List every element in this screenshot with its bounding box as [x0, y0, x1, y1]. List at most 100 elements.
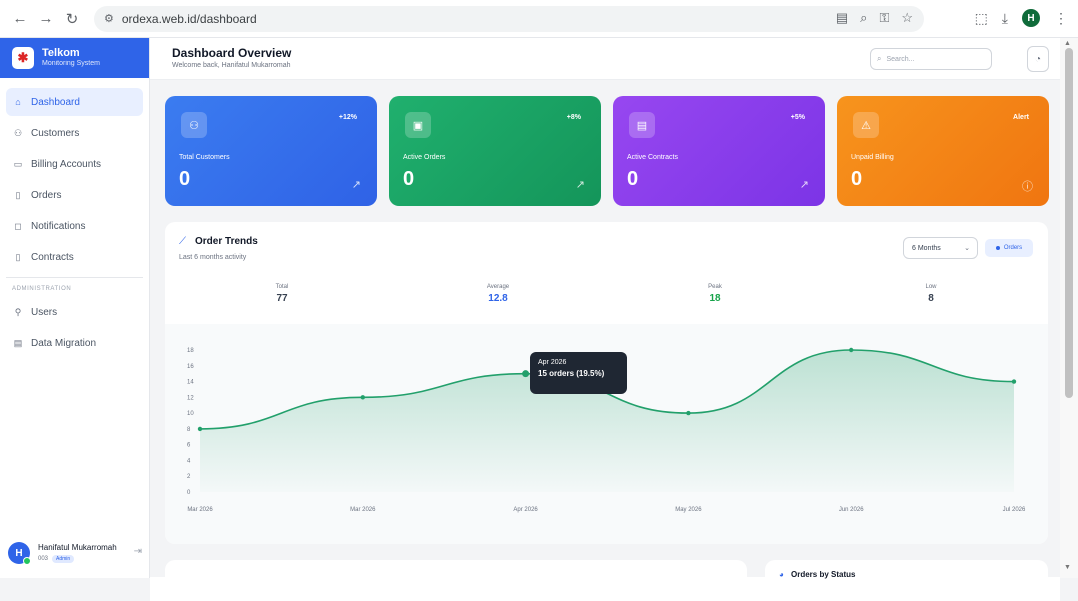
telkom-logo-icon: ✱: [12, 47, 34, 69]
stat-card-unpaid-billing[interactable]: ⚠ Alert Unpaid Billing 0 ⓘ: [837, 96, 1049, 206]
document-icon: ▯: [15, 251, 21, 262]
zoom-icon[interactable]: ⌕: [860, 10, 867, 26]
browser-toolbar: ← → ↻ ⚙ ordexa.web.id/dashboard ▤ ⌕ ⚿ ☆ …: [0, 0, 1078, 38]
range-value: 6 Months: [912, 244, 941, 252]
sidebar-item-users[interactable]: ⚲ Users: [6, 298, 143, 326]
card-label: Active Orders: [403, 154, 446, 161]
scroll-down-icon[interactable]: ▼: [1064, 564, 1071, 571]
reload-icon[interactable]: ↻: [62, 9, 82, 29]
page-subtitle: Welcome back, Hanifatul Mukarromah: [172, 62, 291, 69]
y-tick-label: 12: [187, 395, 194, 401]
user-profile[interactable]: H Hanifatul Mukarromah 003 Admin ⇥: [0, 528, 150, 578]
y-tick-label: 10: [187, 411, 194, 417]
extensions-icon[interactable]: ⬚: [975, 10, 988, 27]
stat-low: Low 8: [871, 284, 991, 304]
forward-icon[interactable]: →: [36, 9, 56, 29]
logout-icon[interactable]: ⇥: [134, 546, 142, 557]
x-tick-label: Jun 2026: [839, 507, 864, 513]
download-icon[interactable]: ⤓: [1002, 10, 1008, 27]
data-point[interactable]: [1011, 379, 1017, 384]
card-label: Total Customers: [179, 154, 230, 161]
panel-title: Order Trends: [195, 236, 258, 247]
user-icon: ⚲: [14, 306, 22, 317]
x-tick-label: Jul 2026: [1003, 507, 1026, 513]
sidebar-item-dashboard[interactable]: ⌂ Dashboard: [6, 88, 143, 116]
data-point[interactable]: [522, 370, 530, 378]
chart-tooltip: Apr 2026 15 orders (19.5%): [530, 352, 627, 394]
role-badge: Admin: [52, 555, 75, 563]
panel-title: Orders by Status: [791, 570, 856, 579]
card-label: Unpaid Billing: [851, 154, 894, 161]
sidebar-item-label: Customers: [31, 127, 80, 139]
y-tick-label: 0: [187, 490, 191, 496]
x-tick-label: Apr 2026: [513, 507, 538, 513]
database-icon: ▤: [13, 337, 23, 348]
trend-up-arrow-icon: ↗: [799, 179, 809, 191]
home-icon: ⌂: [15, 97, 21, 107]
sidebar-item-orders[interactable]: ▯ Orders: [6, 181, 143, 209]
notification-bell-icon[interactable]: ◔: [1027, 46, 1049, 72]
brand-name: Telkom: [42, 47, 80, 59]
stat-peak: Peak 18: [655, 284, 775, 304]
panel-subtitle: Last 6 months activity: [179, 254, 247, 261]
file-icon: ▣: [405, 112, 431, 138]
url-text: ordexa.web.id/dashboard: [121, 11, 257, 26]
data-point[interactable]: [197, 426, 203, 432]
sidebar-item-data-migration[interactable]: ▤ Data Migration: [6, 329, 143, 357]
sidebar-item-label: Orders: [31, 189, 62, 201]
tooltip-title: Apr 2026: [538, 359, 567, 366]
y-tick-label: 6: [187, 443, 191, 449]
back-icon[interactable]: ←: [10, 9, 30, 29]
profile-avatar[interactable]: H: [1022, 9, 1040, 27]
legend-orders[interactable]: Orders: [985, 239, 1033, 257]
sidebar-item-label: Data Migration: [31, 337, 97, 349]
x-tick-label: May 2026: [675, 507, 702, 513]
bottom-left-panel: [165, 560, 747, 590]
sidebar-item-billing-accounts[interactable]: ▭ Billing Accounts: [6, 150, 143, 178]
search-input[interactable]: ⌕ Search...: [870, 48, 992, 70]
page-scrollbar[interactable]: ▲ ▼: [1060, 38, 1078, 578]
users-icon: ⚇: [13, 127, 23, 138]
stat-value: 77: [276, 293, 288, 304]
sidebar-item-label: Billing Accounts: [31, 158, 102, 170]
sidebar-item-notifications[interactable]: ◻ Notifications: [6, 212, 143, 240]
translate-icon[interactable]: ▤: [836, 10, 848, 26]
site-info-icon[interactable]: ⚙: [104, 12, 114, 25]
stat-card-total-customers[interactable]: ⚇ +12% Total Customers 0 ↗: [165, 96, 377, 206]
file-icon: ▯: [15, 189, 21, 200]
stat-value: 18: [709, 293, 721, 304]
menu-kebab-icon[interactable]: ⋮: [1054, 10, 1068, 27]
stat-label: Low: [925, 284, 937, 290]
stat-label: Average: [486, 284, 510, 290]
y-tick-label: 14: [187, 380, 194, 386]
y-tick-label: 8: [187, 427, 191, 433]
search-placeholder: Search...: [886, 55, 915, 63]
sidebar-item-customers[interactable]: ⚇ Customers: [6, 119, 143, 147]
data-point[interactable]: [360, 395, 365, 400]
address-bar[interactable]: ⚙ ordexa.web.id/dashboard: [94, 5, 924, 32]
scroll-thumb[interactable]: [1065, 48, 1073, 398]
search-icon: ⌕: [877, 54, 882, 63]
bell-icon: ◻: [14, 220, 22, 231]
card-label: Active Contracts: [627, 154, 678, 161]
y-tick-label: 2: [187, 474, 191, 480]
sidebar-item-contracts[interactable]: ▯ Contracts: [6, 243, 143, 271]
chevron-down-icon: ⌄: [964, 245, 970, 252]
scroll-up-icon[interactable]: ▲: [1064, 40, 1071, 47]
data-point[interactable]: [849, 347, 854, 353]
stat-card-active-contracts[interactable]: ▤ +5% Active Contracts 0 ↗: [613, 96, 825, 206]
password-key-icon[interactable]: ⚿: [879, 10, 889, 26]
stat-average: Average 12.8: [438, 284, 558, 304]
bookmark-star-icon[interactable]: ☆: [901, 10, 913, 26]
stat-value: 12.8: [488, 293, 508, 304]
sidebar-item-label: Contracts: [31, 251, 74, 263]
range-select[interactable]: 6 Months ⌄: [903, 237, 978, 259]
card-value: 0: [627, 168, 639, 190]
card-badge: Alert: [1013, 114, 1029, 121]
stat-card-active-orders[interactable]: ▣ +8% Active Orders 0 ↗: [389, 96, 601, 206]
y-tick-label: 4: [187, 458, 191, 464]
data-point[interactable]: [686, 410, 691, 416]
info-icon: ⓘ: [1022, 181, 1033, 193]
stat-label: Total: [275, 284, 289, 290]
browser-actions: ⬚ ⤓ H ⋮: [975, 9, 1068, 27]
